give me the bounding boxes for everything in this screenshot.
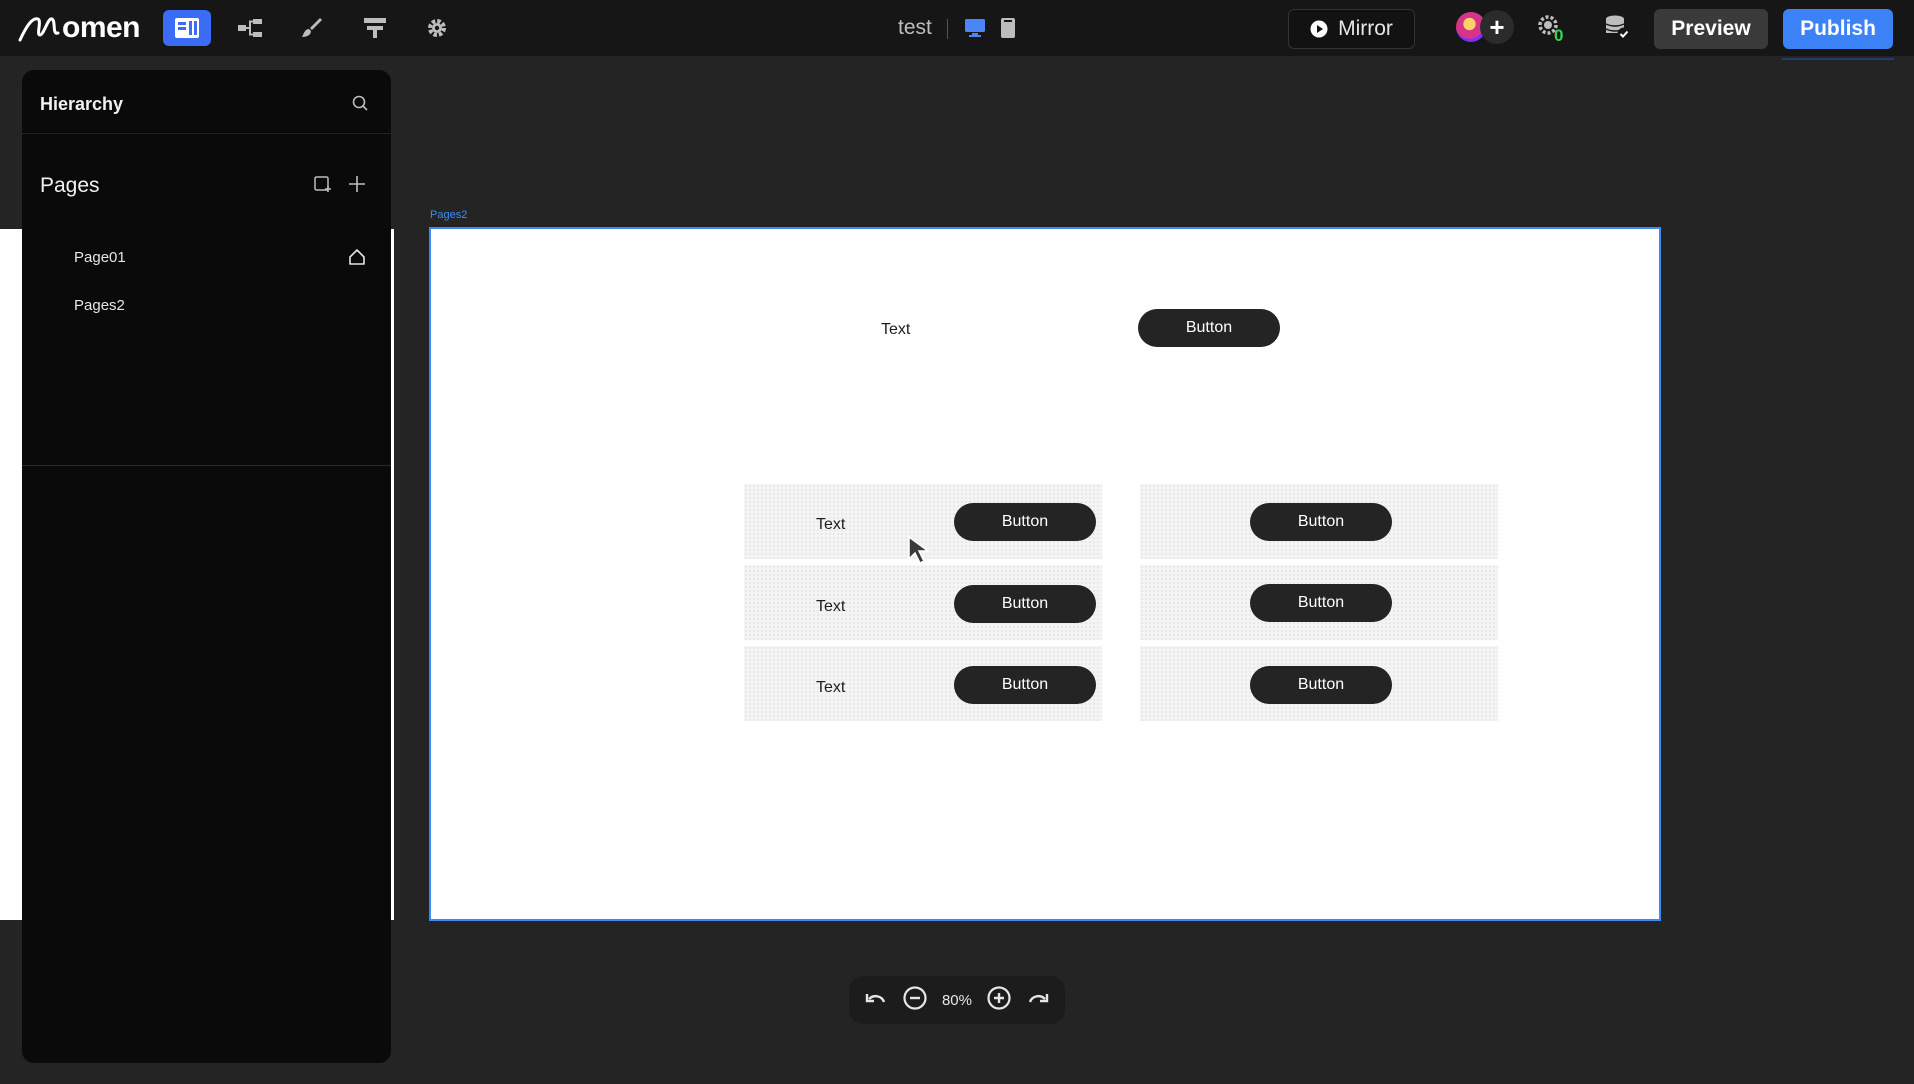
invite-collaborator-button[interactable]: +: [1480, 10, 1514, 44]
page-frame[interactable]: Text Button Text Button Text Button Text…: [429, 227, 1661, 921]
mirror-label: Mirror: [1338, 17, 1393, 40]
top-toolbar: omen test Mirror + 0 Preview Publish: [0, 0, 1914, 56]
notification-count: 0: [1554, 26, 1563, 43]
publish-button[interactable]: Publish: [1783, 9, 1893, 49]
hierarchy-header: Hierarchy: [22, 70, 391, 134]
list-item[interactable]: Text Button: [744, 565, 1102, 640]
search-icon[interactable]: [351, 94, 369, 117]
hierarchy-icon: [238, 19, 262, 37]
zoom-level: 80%: [941, 991, 972, 1009]
list-item-button[interactable]: Button: [954, 503, 1096, 541]
zoom-in-icon[interactable]: [986, 985, 1012, 1016]
logo-icon: [18, 17, 60, 42]
panel-divider: [22, 465, 391, 466]
mirror-button[interactable]: Mirror: [1288, 9, 1415, 49]
undo-icon[interactable]: [864, 988, 888, 1013]
list-item-button[interactable]: Button: [1250, 666, 1392, 704]
redo-icon[interactable]: [1026, 988, 1050, 1013]
gear-icon: [428, 19, 446, 37]
play-icon: [1310, 20, 1328, 38]
settings-button[interactable]: [413, 10, 461, 46]
list-item-text[interactable]: Text: [816, 598, 845, 616]
pages-actions: [313, 174, 367, 199]
preview-button[interactable]: Preview: [1654, 9, 1768, 49]
mobile-icon: [1001, 18, 1015, 38]
hierarchy-title: Hierarchy: [40, 94, 124, 114]
list-item-button[interactable]: Button: [954, 666, 1096, 704]
desktop-view-button[interactable]: [960, 10, 990, 46]
list-item[interactable]: Text Button: [744, 646, 1102, 721]
title-divider: [947, 19, 948, 39]
list-item-text[interactable]: Text: [816, 679, 845, 697]
bug-icon: 0: [1538, 15, 1563, 43]
canvas-backdrop-left: [0, 229, 22, 920]
home-icon[interactable]: [347, 247, 367, 272]
debug-button[interactable]: 0: [1530, 10, 1574, 46]
publish-underline: [1782, 58, 1894, 60]
hierarchy-panel: Hierarchy Pages Page01 Pages2: [22, 70, 391, 1063]
add-page-icon[interactable]: [347, 174, 367, 199]
logo-text: omen: [62, 11, 141, 44]
top-text[interactable]: Text: [881, 321, 910, 339]
page-item-pages2[interactable]: Pages2: [22, 285, 391, 325]
cursor-icon: [908, 535, 931, 565]
layout-button[interactable]: [351, 10, 399, 46]
style-button[interactable]: [288, 10, 336, 46]
database-check-icon: [1605, 15, 1631, 41]
list-item-text[interactable]: Text: [816, 516, 845, 534]
pages-title: Pages: [40, 174, 100, 197]
desktop-icon: [965, 19, 985, 37]
database-button[interactable]: [1596, 10, 1640, 46]
top-button[interactable]: Button: [1138, 309, 1280, 347]
list-item-button[interactable]: Button: [1250, 503, 1392, 541]
pages-panel-button[interactable]: [163, 10, 211, 46]
app-logo[interactable]: omen: [18, 10, 141, 46]
pages-icon: [175, 18, 199, 38]
plus-icon: +: [1489, 11, 1505, 42]
mobile-view-button[interactable]: [994, 10, 1022, 46]
hierarchy-button[interactable]: [226, 10, 274, 46]
brush-icon: [302, 18, 322, 37]
frame-label: Pages2: [430, 209, 468, 221]
zoom-toolbar: 80%: [849, 976, 1065, 1024]
list-item-button[interactable]: Button: [954, 585, 1096, 623]
zoom-out-icon[interactable]: [902, 985, 928, 1016]
list-item-button[interactable]: Button: [1250, 584, 1392, 622]
list-item[interactable]: Button: [1140, 646, 1498, 721]
page-item-label: Page01: [74, 248, 126, 266]
page-item-label: Pages2: [74, 296, 125, 314]
page-item-page01[interactable]: Page01: [22, 237, 391, 277]
add-folder-icon[interactable]: [313, 174, 333, 199]
list-item[interactable]: Button: [1140, 565, 1498, 640]
document-title: test: [898, 16, 932, 39]
layout-icon: [364, 18, 386, 38]
list-item[interactable]: Button: [1140, 484, 1498, 559]
